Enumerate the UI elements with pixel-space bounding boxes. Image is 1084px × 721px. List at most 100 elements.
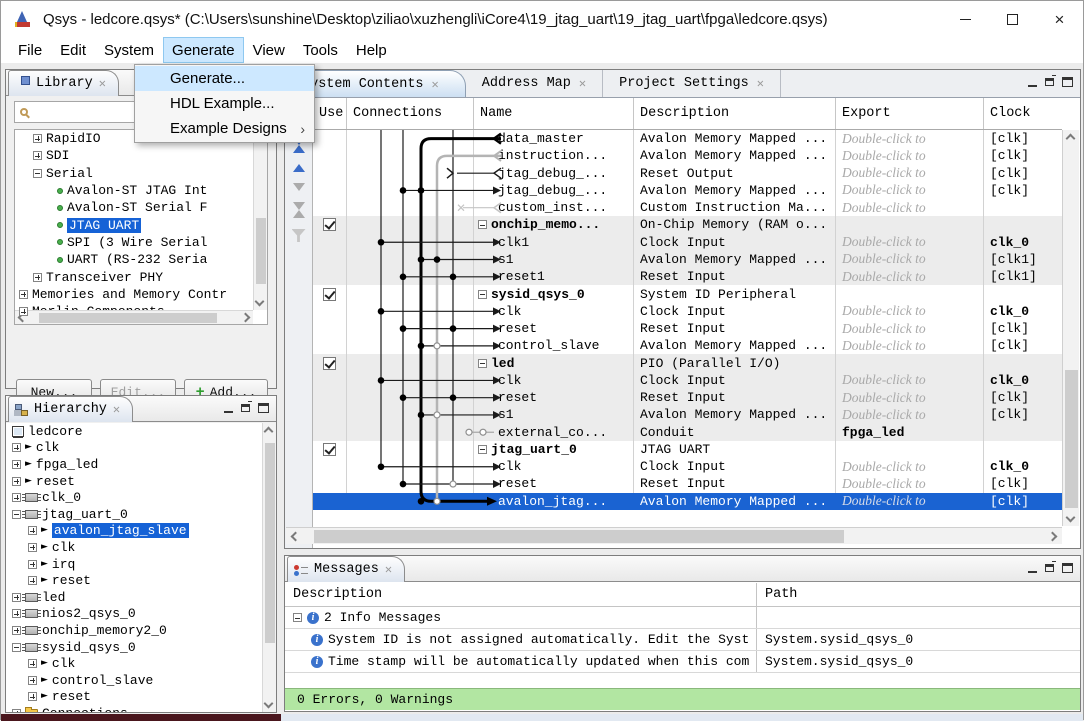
export-cell[interactable]: Double-click to (836, 130, 984, 147)
expand-icon[interactable] (12, 460, 21, 469)
clock-cell[interactable]: [clk1] (984, 268, 1062, 285)
column-header-clock[interactable]: Clock (984, 98, 1062, 129)
table-row-jtag-debug[interactable]: jtag_debug_...Avalon Memory Mapped ...Do… (313, 182, 1062, 199)
connections-cell[interactable] (347, 199, 474, 216)
close-icon[interactable]: ✕ (757, 76, 764, 91)
table-row-data-master[interactable]: data_masterAvalon Memory Mapped ...Doubl… (313, 130, 1062, 147)
collapse-icon[interactable] (12, 510, 21, 519)
menu-item-hdl-example[interactable]: HDL Example... (135, 91, 314, 116)
minimize-panel-icon[interactable] (224, 411, 233, 413)
scroll-right-icon[interactable] (1048, 532, 1058, 542)
collapse-icon[interactable] (478, 220, 487, 229)
clock-cell[interactable]: [clk] (984, 493, 1062, 510)
menu-item-generate[interactable]: Generate... (135, 66, 314, 91)
expand-icon[interactable] (19, 290, 28, 299)
hierarchy-item-fpga-led[interactable]: ►fpga_led (6, 456, 276, 473)
library-item-sdi[interactable]: SDI (15, 147, 267, 164)
clock-cell[interactable] (984, 424, 1062, 441)
expand-icon[interactable] (28, 576, 37, 585)
message-row[interactable]: iSystem ID is not assigned automatically… (285, 629, 1080, 651)
export-cell[interactable]: Double-click to (836, 475, 984, 492)
connections-cell[interactable] (347, 268, 474, 285)
connections-cell[interactable] (347, 424, 474, 441)
export-cell[interactable] (836, 354, 984, 371)
library-item-avalon-st-jtag-int[interactable]: Avalon-ST JTAG Int (15, 182, 267, 199)
minimize-panel-icon[interactable] (1028, 85, 1037, 87)
table-row-clk[interactable]: clkClock InputDouble-click toclk_0 (313, 458, 1062, 475)
clock-cell[interactable] (984, 354, 1062, 371)
connections-cell[interactable] (347, 372, 474, 389)
expand-icon[interactable] (28, 676, 37, 685)
table-row-reset[interactable]: resetReset InputDouble-click to[clk] (313, 475, 1062, 492)
close-icon[interactable]: ✕ (432, 77, 439, 92)
filter-icon[interactable] (292, 229, 306, 242)
use-checkbox[interactable] (323, 443, 336, 456)
connections-cell[interactable] (347, 337, 474, 354)
clock-cell[interactable]: [clk1] (984, 251, 1062, 268)
expand-icon[interactable] (12, 443, 21, 452)
message-row[interactable]: iTime stamp will be automatically update… (285, 651, 1080, 673)
export-cell[interactable] (836, 441, 984, 458)
export-cell[interactable]: Double-click to (836, 165, 984, 182)
hierarchy-item-clk[interactable]: ►clk (6, 440, 276, 457)
connections-cell[interactable] (347, 441, 474, 458)
scrollbar-thumb[interactable] (1065, 370, 1078, 508)
table-row-s1[interactable]: s1Avalon Memory Mapped ...Double-click t… (313, 251, 1062, 268)
connections-cell[interactable] (347, 251, 474, 268)
export-cell[interactable]: Double-click to (836, 389, 984, 406)
connections-cell[interactable] (347, 303, 474, 320)
export-cell[interactable]: Double-click to (836, 458, 984, 475)
float-panel-icon[interactable] (1045, 564, 1054, 572)
connections-cell[interactable] (347, 130, 474, 147)
clock-cell[interactable]: [clk] (984, 337, 1062, 354)
table-row-s1[interactable]: s1Avalon Memory Mapped ...Double-click t… (313, 406, 1062, 423)
menu-view[interactable]: View (244, 37, 294, 63)
float-panel-icon[interactable] (241, 404, 250, 412)
collapse-icon[interactable] (33, 169, 42, 178)
column-header-use[interactable]: Use (313, 98, 347, 129)
clock-cell[interactable]: clk_0 (984, 458, 1062, 475)
close-icon[interactable]: ✕ (579, 76, 586, 91)
use-checkbox[interactable] (323, 288, 336, 301)
clock-cell[interactable]: [clk] (984, 389, 1062, 406)
scroll-up-icon[interactable] (264, 427, 274, 437)
table-row-reset1[interactable]: reset1Reset InputDouble-click to[clk1] (313, 268, 1062, 285)
hierarchy-item-control-slave[interactable]: ►control_slave (6, 672, 276, 689)
table-row-clk[interactable]: clkClock InputDouble-click toclk_0 (313, 303, 1062, 320)
use-checkbox[interactable] (323, 218, 336, 231)
table-row-instruction[interactable]: instruction...Avalon Memory Mapped ...Do… (313, 147, 1062, 164)
table-row-jtag-uart-0[interactable]: jtag_uart_0JTAG UART (313, 441, 1062, 458)
connections-cell[interactable] (347, 285, 474, 302)
hierarchy-item-clk[interactable]: ►clk (6, 539, 276, 556)
hierarchy-item-reset[interactable]: ►reset (6, 473, 276, 490)
hierarchy-item-jtag-uart-0[interactable]: jtag_uart_0 (6, 506, 276, 523)
clock-cell[interactable]: [clk] (984, 406, 1062, 423)
export-cell[interactable] (836, 216, 984, 233)
tab-messages[interactable]: Messages ✕ (287, 556, 405, 582)
expand-icon[interactable] (12, 609, 21, 618)
expand-icon[interactable] (33, 273, 42, 282)
expand-icon[interactable] (28, 560, 37, 569)
hierarchy-item-reset[interactable]: ►reset (6, 689, 276, 706)
move-down-icon[interactable] (293, 183, 305, 191)
library-vertical-scrollbar[interactable] (253, 130, 267, 310)
expand-icon[interactable] (28, 526, 37, 535)
column-header-export[interactable]: Export (836, 98, 984, 129)
export-cell[interactable]: Double-click to (836, 182, 984, 199)
clock-cell[interactable]: [clk] (984, 165, 1062, 182)
clock-cell[interactable]: clk_0 (984, 372, 1062, 389)
maximize-panel-icon[interactable] (258, 403, 269, 413)
table-row-control-slave[interactable]: control_slaveAvalon Memory Mapped ...Dou… (313, 337, 1062, 354)
hierarchy-item-avalon-jtag-slave[interactable]: ►avalon_jtag_slave (6, 523, 276, 540)
export-cell[interactable]: Double-click to (836, 372, 984, 389)
scrollbar-thumb[interactable] (39, 313, 217, 323)
library-item-avalon-st-serial-f[interactable]: Avalon-ST Serial F (15, 199, 267, 216)
export-cell[interactable]: Double-click to (836, 199, 984, 216)
scrollbar-thumb[interactable] (256, 218, 266, 284)
float-panel-icon[interactable] (1045, 78, 1054, 86)
menu-help[interactable]: Help (347, 37, 396, 63)
column-header-connections[interactable]: Connections (347, 98, 474, 129)
connections-cell[interactable] (347, 165, 474, 182)
library-item-transceiver-phy[interactable]: Transceiver PHY (15, 268, 267, 285)
maximize-panel-icon[interactable] (1062, 563, 1073, 573)
